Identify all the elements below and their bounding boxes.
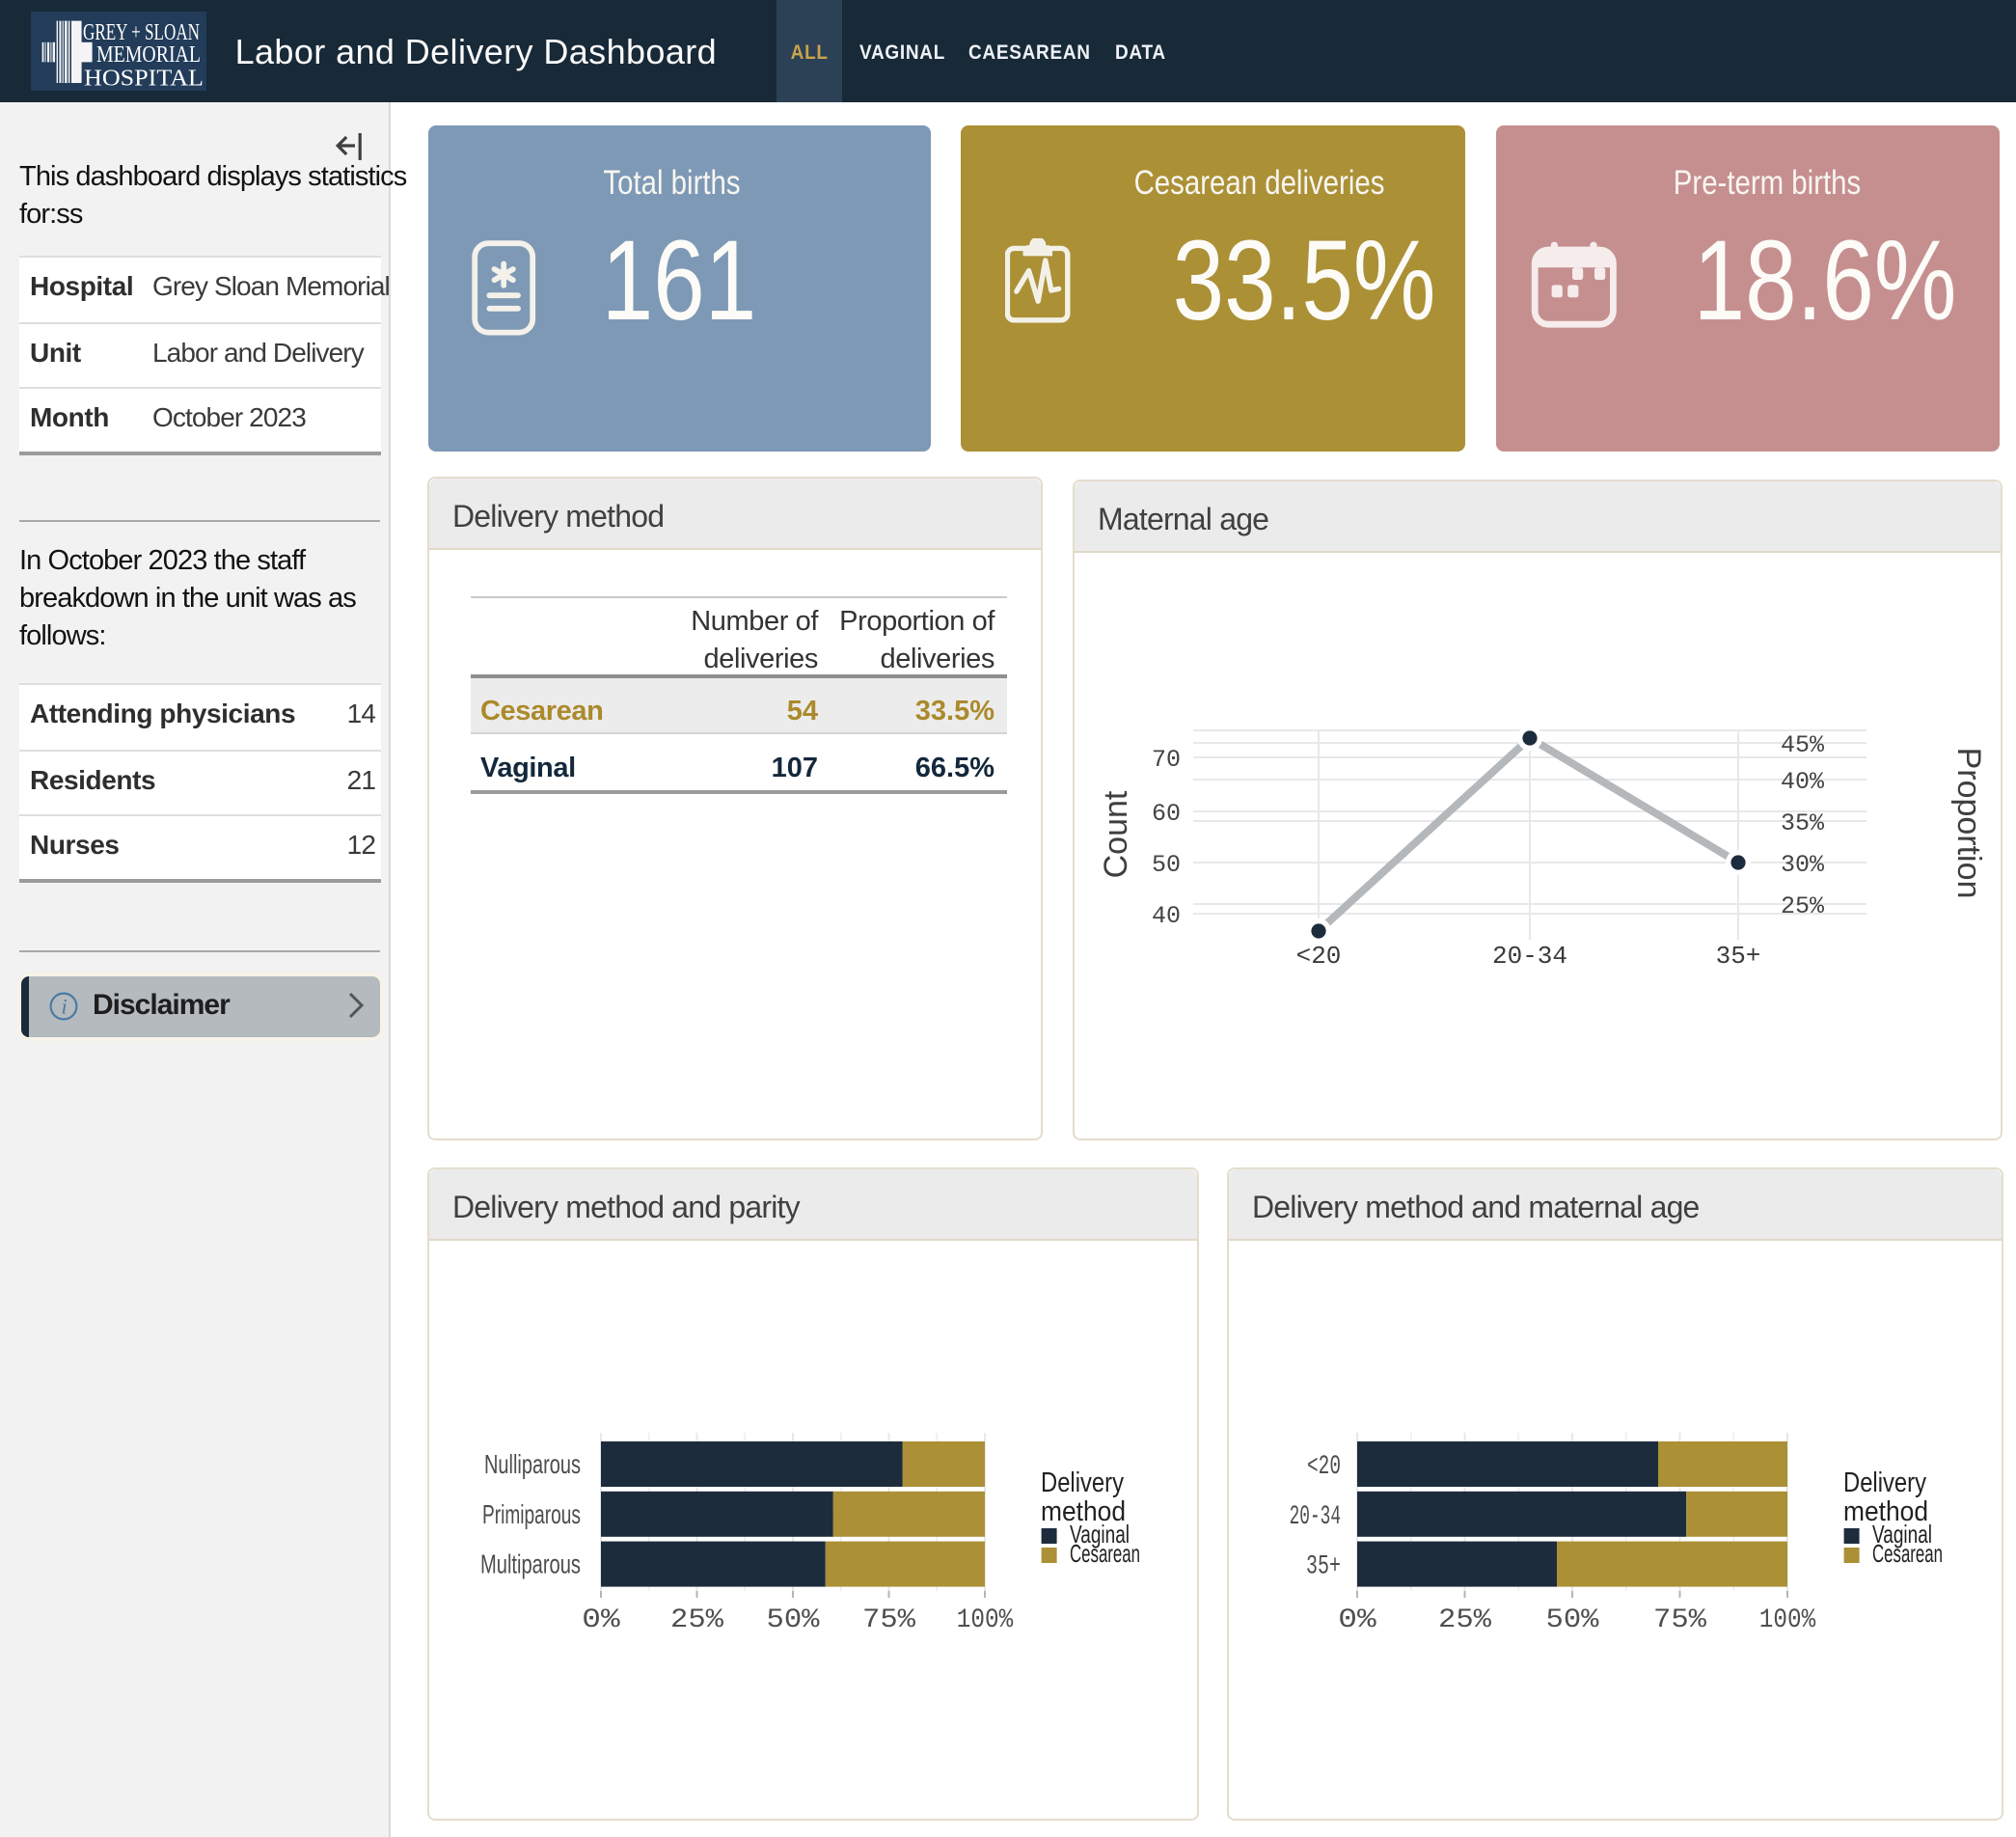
svg-text:45%: 45% xyxy=(1781,731,1825,759)
svg-text:40: 40 xyxy=(1152,902,1181,930)
svg-text:50%: 50% xyxy=(767,1605,820,1635)
svg-text:<20: <20 xyxy=(1307,1452,1341,1482)
svg-text:GREY + SLOAN: GREY + SLOAN xyxy=(83,20,200,45)
svg-text:20-34: 20-34 xyxy=(1492,942,1567,971)
svg-text:35%: 35% xyxy=(1781,809,1825,837)
svg-text:Delivery: Delivery xyxy=(1041,1467,1124,1498)
svg-text:i: i xyxy=(62,994,68,1018)
svg-text:Cesarean: Cesarean xyxy=(1070,1539,1140,1568)
svg-text:0%: 0% xyxy=(582,1605,620,1635)
svg-text:25%: 25% xyxy=(670,1605,723,1635)
svg-text:35+: 35+ xyxy=(1716,942,1761,971)
svg-text:25%: 25% xyxy=(1438,1605,1491,1635)
svg-text:20-34: 20-34 xyxy=(1290,1502,1341,1532)
svg-text:Nulliparous: Nulliparous xyxy=(484,1449,581,1479)
svg-text:Count: Count xyxy=(1098,790,1134,878)
svg-text:50: 50 xyxy=(1152,851,1181,879)
svg-text:Delivery: Delivery xyxy=(1843,1467,1926,1498)
svg-text:Cesarean: Cesarean xyxy=(1872,1539,1943,1568)
svg-text:0%: 0% xyxy=(1338,1605,1376,1635)
svg-text:60: 60 xyxy=(1152,800,1181,828)
svg-text:70: 70 xyxy=(1152,746,1181,774)
svg-text:Multiparous: Multiparous xyxy=(480,1549,581,1579)
svg-text:75%: 75% xyxy=(1653,1605,1706,1635)
svg-text:25%: 25% xyxy=(1781,892,1825,920)
svg-text:40%: 40% xyxy=(1781,768,1825,796)
svg-text:75%: 75% xyxy=(862,1605,915,1635)
svg-text:35+: 35+ xyxy=(1306,1552,1341,1582)
svg-text:30%: 30% xyxy=(1781,851,1825,879)
svg-text:Proportion: Proportion xyxy=(1950,748,1987,899)
svg-text:<20: <20 xyxy=(1296,942,1342,971)
svg-text:Primiparous: Primiparous xyxy=(482,1499,581,1529)
svg-text:100%: 100% xyxy=(957,1605,1014,1635)
svg-text:50%: 50% xyxy=(1546,1605,1599,1635)
svg-text:HOSPITAL: HOSPITAL xyxy=(84,66,204,91)
svg-text:100%: 100% xyxy=(1759,1605,1816,1635)
svg-text:MEMORIAL: MEMORIAL xyxy=(96,42,201,68)
